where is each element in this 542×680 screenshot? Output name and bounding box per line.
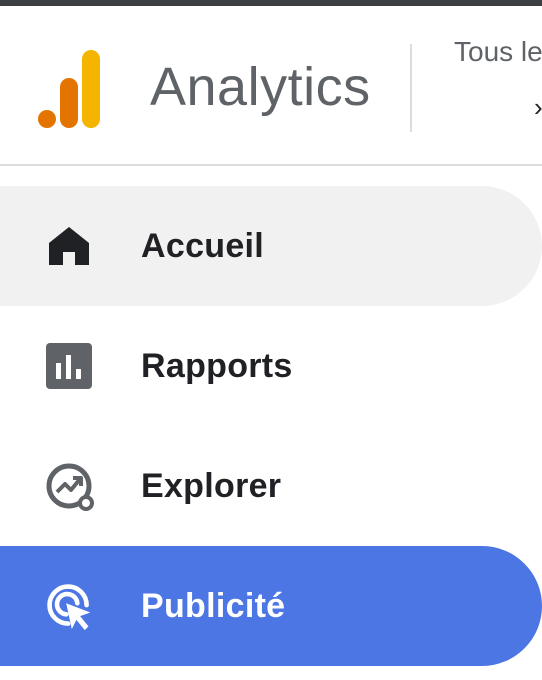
- home-icon: [44, 221, 94, 271]
- advertising-icon: [44, 581, 94, 631]
- nav-item-label: Publicité: [141, 586, 286, 625]
- account-selector-label[interactable]: Tous le: [454, 36, 542, 68]
- app-header: Analytics Tous le ›: [0, 6, 542, 164]
- nav-item-label: Rapports: [141, 346, 293, 385]
- nav-item-label: Explorer: [141, 466, 282, 505]
- nav-item-home[interactable]: Accueil: [0, 186, 542, 306]
- app-title: Analytics: [150, 57, 371, 117]
- chevron-right-icon[interactable]: ›: [534, 92, 542, 123]
- analytics-logo-icon[interactable]: [38, 50, 102, 128]
- reports-icon: [44, 341, 94, 391]
- nav-item-advertising[interactable]: Publicité: [0, 546, 542, 666]
- nav-item-explore[interactable]: Explorer: [0, 426, 542, 546]
- header-bottom-border: [0, 164, 542, 166]
- explore-icon: [44, 461, 94, 511]
- nav-item-label: Accueil: [141, 226, 265, 265]
- nav-item-reports[interactable]: Rapports: [0, 306, 542, 426]
- header-divider: [410, 44, 412, 132]
